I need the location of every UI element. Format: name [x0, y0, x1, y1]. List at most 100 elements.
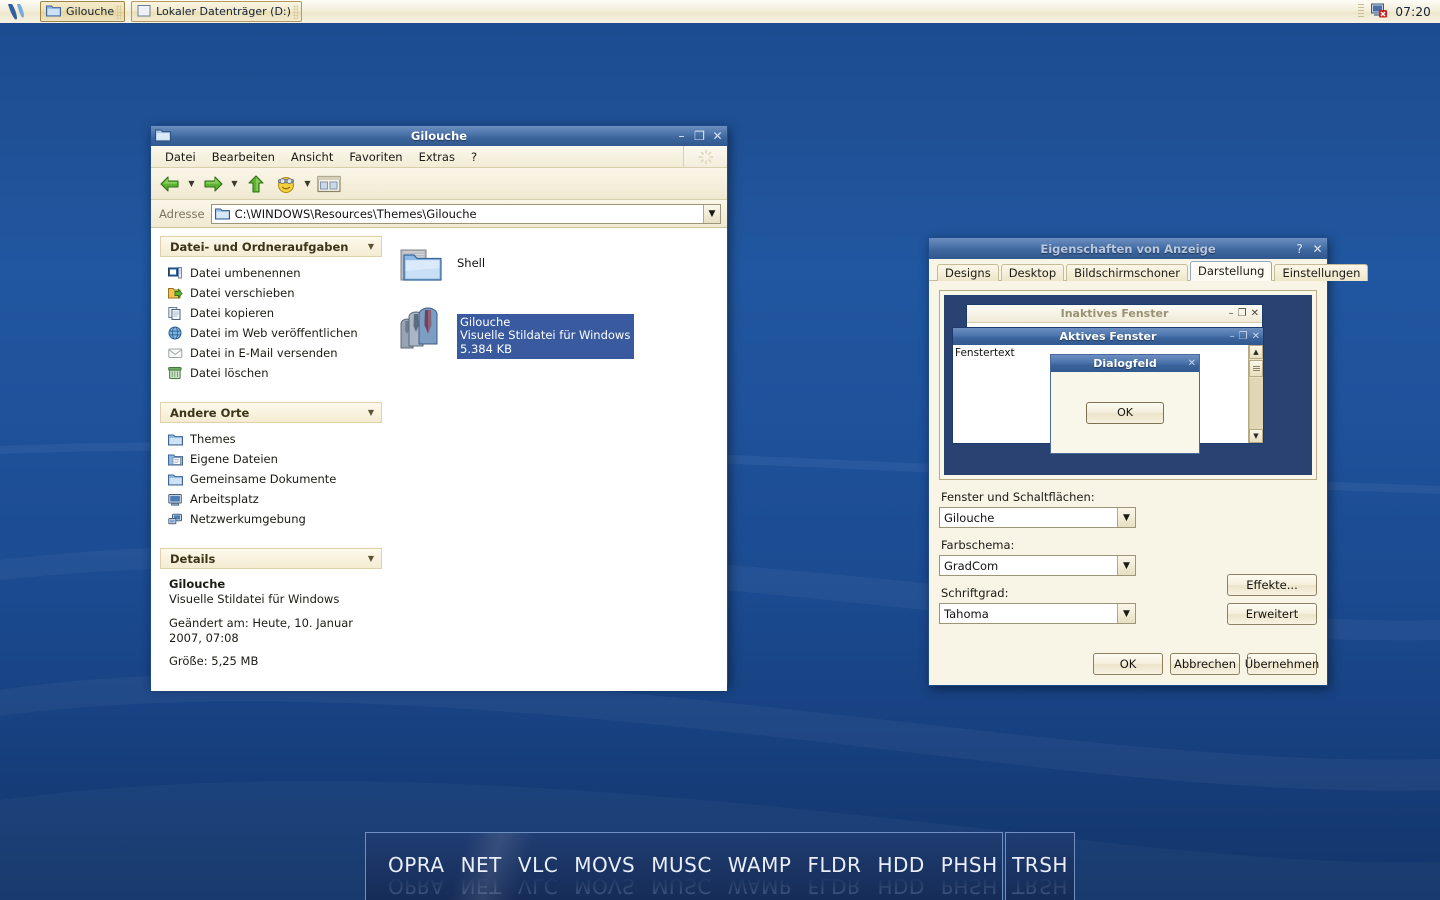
combo-font-size[interactable]: Tahoma ▼	[939, 603, 1136, 624]
chevron-down-icon[interactable]: ▼	[1117, 508, 1135, 527]
effects-button[interactable]: Effekte...	[1227, 574, 1317, 596]
preview-dialog-window: Dialogfeld ✕ OK	[1050, 354, 1200, 454]
dock-item-hdd[interactable]: HDD HDD	[869, 853, 932, 898]
combo-color-scheme[interactable]: GradCom ▼	[939, 555, 1136, 576]
file-item-shell[interactable]: Shell	[397, 242, 727, 290]
close-button[interactable]: ✕	[1311, 242, 1324, 255]
system-tray[interactable]: 07:20	[1358, 0, 1440, 23]
dock-item-net[interactable]: NET NET	[453, 855, 510, 898]
place-shared-documents[interactable]: Gemeinsame Dokumente	[167, 469, 380, 489]
folders-button[interactable]	[314, 170, 344, 198]
address-input[interactable]: C:\WINDOWS\Resources\Themes\Gilouche ▼	[210, 203, 721, 224]
task-rename-file[interactable]: Datei umbenennen	[167, 263, 380, 283]
place-my-computer[interactable]: Arbeitsplatz	[167, 489, 380, 509]
place-my-documents[interactable]: Eigene Dateien	[167, 449, 380, 469]
cancel-button[interactable]: Abbrechen	[1170, 653, 1240, 675]
tab-screensaver[interactable]: Bildschirmschoner	[1066, 264, 1188, 281]
dock-item-phsh[interactable]: PHSH PHSH	[933, 855, 1002, 898]
explorer-addressbar[interactable]: Adresse C:\WINDOWS\Resources\Themes\Gilo…	[151, 200, 727, 228]
search-dropdown-caret-icon[interactable]: ▼	[301, 170, 314, 198]
preview-dialog-body: OK	[1051, 372, 1199, 453]
dock-item-opra[interactable]: OPRA OPRA	[380, 855, 453, 898]
dialog-titlebar[interactable]: Eigenschaften von Anzeige ? ✕	[929, 238, 1327, 259]
forward-button[interactable]	[198, 170, 228, 198]
ok-button[interactable]: OK	[1093, 653, 1163, 675]
dock-item-reflection: FLDR	[807, 874, 862, 898]
appearance-preview[interactable]: Inaktives Fenster – ❐ ✕ Aktives Fenster	[939, 290, 1317, 480]
task-delete-file[interactable]: Datei löschen	[167, 363, 380, 383]
place-label: Eigene Dateien	[190, 452, 278, 466]
dialog-tabs[interactable]: Designs Desktop Bildschirmschoner Darste…	[929, 259, 1369, 281]
menu-help[interactable]: ?	[463, 148, 485, 166]
application-dock[interactable]: OPRA OPRA NET NET VLC VLC MOVS MOVS MUSC	[365, 832, 1075, 900]
menu-extras[interactable]: Extras	[411, 148, 463, 166]
details-file-name: Gilouche	[169, 577, 226, 591]
menu-favoriten[interactable]: Favoriten	[341, 148, 410, 166]
taskbar-clock[interactable]: 07:20	[1395, 5, 1431, 19]
dock-trash-panel[interactable]: TRSH TRSH	[1005, 832, 1075, 900]
menu-datei[interactable]: Datei	[157, 148, 204, 166]
menu-ansicht[interactable]: Ansicht	[283, 148, 341, 166]
network-error-icon[interactable]	[1371, 3, 1388, 21]
tray-grip-handle[interactable]	[1358, 4, 1365, 19]
taskbar-window-list[interactable]: Gilouche Lokaler Datenträger (D:)	[40, 1, 308, 22]
chevron-down-icon[interactable]: ▼	[1117, 604, 1135, 623]
file-item-gilouche[interactable]: Gilouche Visuelle Stildatei für Windows …	[397, 304, 727, 360]
rename-icon	[167, 265, 183, 281]
minimize-button[interactable]: –	[675, 130, 688, 143]
explorer-toolbar[interactable]: ▼ ▼ ▼	[151, 168, 727, 200]
vista-v-logo-icon[interactable]	[0, 0, 32, 23]
taskbar-button-gilouche[interactable]: Gilouche	[40, 1, 126, 22]
up-button[interactable]	[241, 170, 271, 198]
chevron-down-icon[interactable]: ▼	[1117, 556, 1135, 575]
dock-main-panel[interactable]: OPRA OPRA NET NET VLC VLC MOVS MOVS MUSC	[365, 832, 1003, 900]
tab-appearance[interactable]: Darstellung	[1189, 261, 1273, 281]
explorer-menubar[interactable]: Datei Bearbeiten Ansicht Favoriten Extra…	[151, 146, 727, 168]
tab-settings[interactable]: Einstellungen	[1274, 264, 1369, 281]
preview-inactive-title: Inaktives Fenster	[1060, 307, 1169, 320]
task-copy-file[interactable]: Datei kopieren	[167, 303, 380, 323]
details-size: Größe: 5,25 MB	[169, 654, 259, 669]
advanced-button[interactable]: Erweitert	[1227, 603, 1317, 625]
dock-item-label: HDD	[877, 853, 925, 877]
tab-designs[interactable]: Designs	[937, 264, 999, 281]
back-button[interactable]	[155, 170, 185, 198]
task-move-file[interactable]: Datei verschieben	[167, 283, 380, 303]
dock-item-wamp[interactable]: WAMP WAMP	[720, 855, 800, 898]
dialog-content: Inaktives Fenster – ❐ ✕ Aktives Fenster	[929, 281, 1327, 625]
pane-header[interactable]: Andere Orte ▼	[160, 402, 382, 423]
close-button[interactable]: ✕	[711, 130, 724, 143]
chevron-down-icon[interactable]: ▼	[368, 408, 374, 417]
dock-item-movs[interactable]: MOVS MOVS	[566, 855, 643, 898]
dock-item-trash[interactable]: TRSH TRSH	[1006, 855, 1074, 898]
menu-bearbeiten[interactable]: Bearbeiten	[204, 148, 283, 166]
chevron-down-icon[interactable]: ▼	[368, 554, 374, 563]
display-properties-dialog[interactable]: Eigenschaften von Anzeige ? ✕ Designs De…	[928, 237, 1369, 686]
apply-button[interactable]: Übernehmen	[1245, 653, 1319, 675]
pane-header[interactable]: Datei- und Ordneraufgaben ▼	[160, 236, 382, 257]
taskbar-button-local-disk[interactable]: Lokaler Datenträger (D:)	[131, 1, 302, 22]
address-dropdown-caret-icon[interactable]: ▼	[703, 204, 720, 223]
task-send-email[interactable]: Datei in E-Mail versenden	[167, 343, 380, 363]
search-button[interactable]	[271, 170, 301, 198]
desktop[interactable]: Gilouche Lokaler Datenträger (D:) 07:20 …	[0, 0, 1440, 900]
explorer-titlebar[interactable]: Gilouche – ❐ ✕	[151, 126, 727, 146]
maximize-button[interactable]: ❐	[693, 130, 706, 143]
dock-item-reflection: NET	[460, 874, 502, 898]
explorer-file-list[interactable]: Shell Gilouche Visuelle Stildatei für Wi…	[383, 228, 727, 691]
dock-item-musc[interactable]: MUSC MUSC	[643, 855, 720, 898]
help-button[interactable]: ?	[1293, 242, 1306, 255]
forward-dropdown-caret-icon[interactable]: ▼	[228, 170, 241, 198]
tab-desktop[interactable]: Desktop	[1000, 264, 1065, 281]
dock-item-fldr[interactable]: FLDR FLDR	[799, 855, 869, 898]
explorer-window[interactable]: Gilouche – ❐ ✕ Datei Bearbeiten Ansicht …	[150, 125, 728, 691]
task-publish-to-web[interactable]: Datei im Web veröffentlichen	[167, 323, 380, 343]
pane-header[interactable]: Details ▼	[160, 548, 382, 569]
back-dropdown-caret-icon[interactable]: ▼	[185, 170, 198, 198]
dock-item-vlc[interactable]: VLC VLC	[510, 855, 566, 898]
combo-windows-and-buttons[interactable]: Gilouche ▼	[939, 507, 1136, 528]
taskbar[interactable]: Gilouche Lokaler Datenträger (D:) 07:20	[0, 0, 1440, 25]
place-themes[interactable]: Themes	[167, 429, 380, 449]
place-network[interactable]: Netzwerkumgebung	[167, 509, 380, 529]
chevron-down-icon[interactable]: ▼	[368, 242, 374, 251]
